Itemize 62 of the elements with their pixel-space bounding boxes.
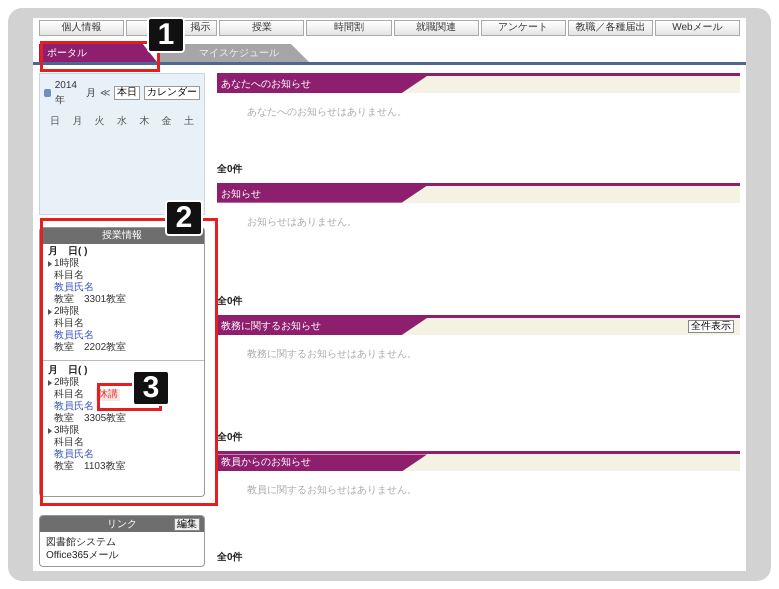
count-label: 全0件 [217, 550, 244, 565]
link-item[interactable]: 図書館システム [46, 536, 198, 549]
section-title: あなたへのお知らせ [217, 76, 427, 93]
edit-button[interactable]: 編集 [174, 518, 200, 530]
subject-name: 科目名 [54, 389, 84, 400]
menu-button[interactable]: 個人情報 [39, 20, 124, 36]
weekday-label: 土 [184, 114, 194, 129]
subject-name: 科目名 [54, 270, 84, 282]
weekday-label: 月 [72, 115, 82, 129]
count-label: 全0件 [217, 430, 244, 446]
count-label: 全0件 [217, 162, 244, 177]
empty-message: 教務に関するお知らせはありません。 [247, 348, 418, 362]
callout-number: 1 [147, 17, 185, 53]
triangle-icon [48, 380, 52, 386]
count-label: 全0件 [217, 294, 244, 310]
period-label: 1時限 [54, 258, 80, 270]
weekday-label: 金 [162, 115, 172, 129]
section-title: 教務に関するお知らせ [217, 318, 427, 336]
prev-button[interactable]: ≪ [100, 86, 110, 100]
room-label: 教室 1103教室 [53, 461, 127, 473]
room-label: 教室 3301教室 [53, 294, 128, 306]
subject-name: 科目名 [54, 318, 84, 330]
calendar-button[interactable]: 本日 [114, 86, 140, 100]
menu-button[interactable]: Webメール [654, 20, 740, 36]
section-title: 教員からのお知らせ [217, 454, 427, 472]
triangle-icon [48, 428, 52, 434]
weekday-label: 水 [116, 114, 127, 129]
period-label: 2時限 [54, 306, 80, 318]
weekday-label: 木 [139, 114, 150, 129]
period-label: 3時限 [54, 425, 80, 436]
year-label: 2014年 [54, 79, 78, 108]
panel-title: リンク [107, 518, 137, 532]
empty-message: お知らせはありません。 [247, 216, 358, 230]
triangle-icon [48, 261, 52, 267]
room-label: 教室 3305教室 [53, 413, 128, 424]
menu-button[interactable]: 教職／各種届出 [568, 20, 653, 36]
teacher-link[interactable]: 教員氏名 [48, 449, 196, 461]
link-item[interactable]: Office365メール [46, 549, 198, 562]
month-label: 月 [86, 86, 96, 100]
weekday-label: 日 [50, 115, 60, 129]
menu-button[interactable]: アンケート [480, 20, 566, 36]
teacher-link[interactable]: 教員氏名 [48, 330, 196, 342]
empty-message: あなたへのお知らせはありません。 [247, 106, 408, 120]
show-all-button[interactable]: 全件表示 [688, 320, 734, 334]
subject-name: 科目名 [54, 437, 84, 448]
section-title: お知らせ [217, 186, 427, 203]
period-label: 2時限 [54, 377, 80, 388]
weekday-label: 火 [94, 114, 105, 129]
menu-button[interactable]: 就職関連 [394, 20, 479, 36]
room-label: 教室 2202教室 [53, 342, 128, 354]
calendar-icon [44, 89, 51, 97]
date-label: 月 日( ) [48, 246, 88, 258]
callout-number: 3 [132, 370, 170, 406]
empty-message: 教員に関するお知らせはありません。 [247, 484, 418, 498]
triangle-icon [48, 309, 52, 315]
teacher-link[interactable]: 教員氏名 [48, 282, 196, 294]
callout-number: 2 [165, 200, 203, 236]
menu-button[interactable]: 授業 [219, 20, 304, 36]
calendar-button[interactable]: カレンダー [144, 86, 200, 100]
tab[interactable]: ポータル [39, 44, 157, 62]
menu-button[interactable]: 時間割 [306, 20, 392, 36]
date-label: 月 日( ) [48, 365, 88, 376]
